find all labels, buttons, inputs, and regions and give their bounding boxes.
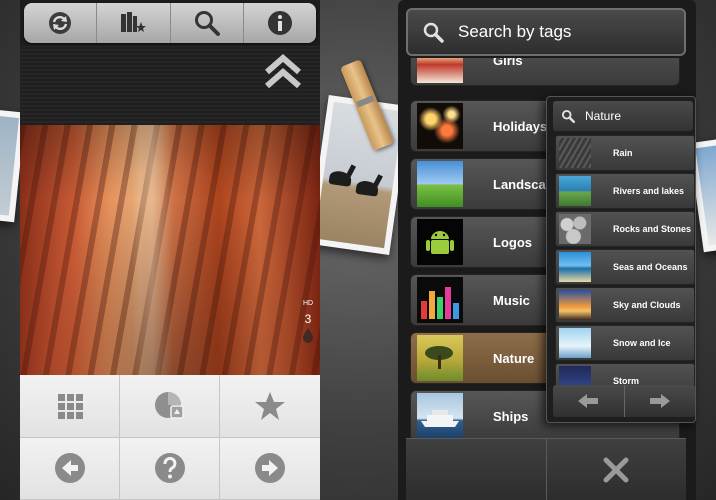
wallpaper-icon <box>154 391 184 419</box>
set-wallpaper-button[interactable] <box>120 375 220 438</box>
subtag-item-storm[interactable]: Storm <box>555 363 695 387</box>
thumb-river <box>559 176 591 206</box>
tag-label: Holidays <box>493 118 548 134</box>
subtag-item-sky-and-clouds[interactable]: Sky and Clouds <box>555 287 695 323</box>
footer-empty-slot <box>406 439 547 500</box>
drop-icon <box>303 328 313 343</box>
arrow-right-icon <box>255 453 285 484</box>
subtag-list: Rain Rivers and lakes Rocks and Stones S… <box>555 135 695 387</box>
previous-button[interactable] <box>20 437 120 500</box>
categories-button[interactable] <box>97 3 171 43</box>
subtag-label: Sky and Clouds <box>613 300 681 310</box>
info-icon <box>267 11 292 35</box>
thumb-sea <box>559 252 591 282</box>
favorite-button[interactable] <box>220 375 320 438</box>
star-icon <box>255 391 285 420</box>
subtag-label: Rain <box>613 148 633 158</box>
nature-popup-title: Nature <box>585 109 622 123</box>
wallpaper-preview-image[interactable] <box>20 125 320 375</box>
close-button[interactable] <box>547 439 687 500</box>
thumb-snow <box>559 328 591 358</box>
thumb-fireworks <box>417 103 463 149</box>
search-button[interactable] <box>171 3 244 43</box>
refresh-icon <box>49 12 72 34</box>
nature-subtag-popup: Nature Rain Rivers and lakes Rocks and S… <box>546 96 696 423</box>
equalizer-icon <box>421 287 459 319</box>
search-by-tags-header[interactable]: Search by tags <box>406 8 686 56</box>
search-icon <box>561 109 575 123</box>
search-by-tags-title: Search by tags <box>458 22 572 41</box>
tag-label: Girls <box>493 58 523 68</box>
refresh-button[interactable] <box>24 3 98 43</box>
subtag-label: Seas and Oceans <box>613 262 688 272</box>
subtag-popup-footer <box>553 385 695 417</box>
thumb-rain <box>559 138 591 168</box>
hd-count: 3 <box>304 312 312 326</box>
next-button[interactable] <box>220 437 320 500</box>
books-star-icon <box>121 12 147 32</box>
nature-popup-header[interactable]: Nature <box>553 101 693 131</box>
thumb-android <box>417 219 463 265</box>
top-toolbar <box>24 3 316 43</box>
subtag-item-rivers-and-lakes[interactable]: Rivers and lakes <box>555 173 695 209</box>
double-chevron-up-icon[interactable] <box>264 52 302 90</box>
action-grid <box>20 375 320 500</box>
question-icon <box>154 453 185 484</box>
subtag-label: Snow and Ice <box>613 338 671 348</box>
subtag-item-rocks-and-stones[interactable]: Rocks and Stones <box>555 211 695 247</box>
tag-label: Nature <box>493 350 535 366</box>
thumb-girl <box>417 58 463 83</box>
thumb-rocks <box>559 214 591 244</box>
dialog-footer <box>406 438 686 500</box>
tree-icon <box>425 346 453 369</box>
tag-label: Ships <box>493 408 529 424</box>
info-button[interactable] <box>244 3 316 43</box>
tag-item-girls[interactable]: Girls <box>410 58 680 86</box>
help-button[interactable] <box>120 437 220 500</box>
close-x-icon <box>603 457 629 482</box>
background-photo-camels <box>307 95 411 255</box>
grid-icon <box>57 393 83 419</box>
subtag-label: Rivers and lakes <box>613 186 685 196</box>
thumb-tree <box>417 335 463 381</box>
grid-view-button[interactable] <box>20 375 120 438</box>
thumb-equalizer <box>417 277 463 323</box>
camel-shape <box>328 169 353 187</box>
thumb-sky <box>559 290 591 320</box>
thumb-field <box>417 161 463 207</box>
arrow-left-icon <box>54 453 85 484</box>
search-icon <box>194 11 220 36</box>
subtag-label: Rocks and Stones <box>613 224 692 234</box>
subtag-back-button[interactable] <box>553 385 625 417</box>
wallpaper-viewer-screen: HD 3 <box>20 0 320 500</box>
arrow-left-icon <box>578 394 599 408</box>
subtag-item-seas-and-oceans[interactable]: Seas and Oceans <box>555 249 695 285</box>
tag-label: Logos <box>493 234 532 250</box>
android-logo-icon <box>426 231 454 254</box>
camel-shape <box>355 179 380 197</box>
thumb-storm <box>559 366 591 387</box>
subtag-item-rain[interactable]: Rain <box>555 135 695 171</box>
subtag-item-snow-and-ice[interactable]: Snow and Ice <box>555 325 695 361</box>
hd-badge: HD <box>302 300 314 307</box>
subtag-next-button[interactable] <box>625 385 696 417</box>
ship-icon <box>421 410 459 427</box>
thumb-ship <box>417 393 463 438</box>
search-icon <box>423 22 444 43</box>
arrow-right-icon <box>649 394 670 408</box>
tag-label: Music <box>493 292 530 308</box>
